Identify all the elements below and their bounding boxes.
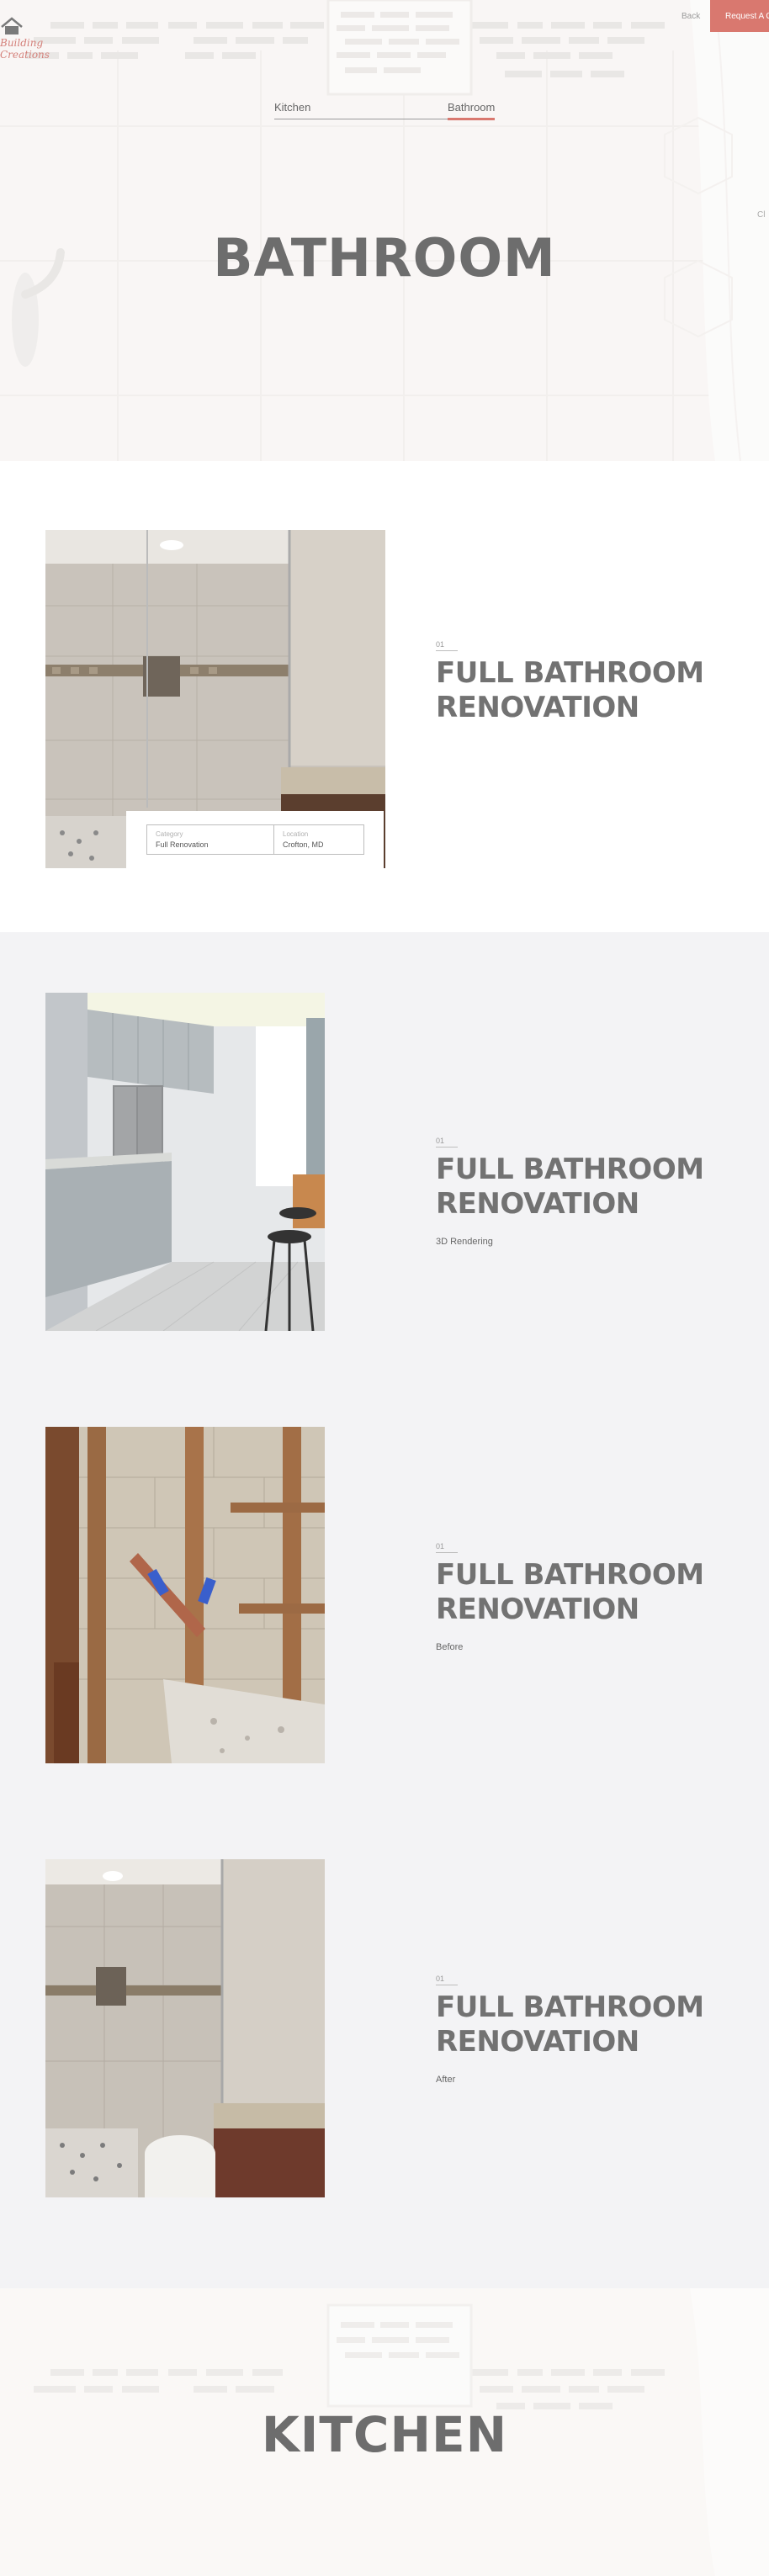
next-category-title: KITCHEN xyxy=(261,2406,508,2463)
logo-line-2: Creations xyxy=(0,49,50,61)
active-tab-indicator xyxy=(448,118,495,120)
next-category-banner[interactable]: KITCHEN xyxy=(0,2288,769,2576)
project-heading-4: 01 FULL BATHROOM RENOVATION After xyxy=(436,1970,739,2085)
project-heading-1: 01 FULL BATHROOM RENOVATION xyxy=(436,636,739,725)
project-title: FULL BATHROOM RENOVATION xyxy=(436,1558,739,1627)
request-quote-button[interactable]: Request A Quote xyxy=(710,0,769,32)
project-title: FULL BATHROOM RENOVATION xyxy=(436,1990,739,2059)
logo-house-icon xyxy=(1,17,23,34)
back-link[interactable]: Back xyxy=(681,12,700,21)
project-title-line-1: FULL BATHROOM xyxy=(436,1153,704,1186)
project-title-line-2: RENOVATION xyxy=(436,691,639,724)
project-heading-3: 01 FULL BATHROOM RENOVATION Before xyxy=(436,1538,739,1652)
project-subtitle: 3D Rendering xyxy=(436,1237,493,1247)
finished-bathroom-photo[interactable] xyxy=(45,1859,325,2197)
project-title-line-2: RENOVATION xyxy=(436,1593,639,1626)
project-subtitle: Before xyxy=(436,1642,464,1652)
kitchen-render-image[interactable] xyxy=(45,993,325,1331)
logo-line-1: Building xyxy=(0,37,44,49)
project-number: 01 xyxy=(436,640,458,651)
category-tabs: Kitchen Bathroom xyxy=(274,101,495,120)
project-number: 01 xyxy=(436,1542,458,1553)
category-label: Category xyxy=(156,830,183,838)
project-title-line-1: FULL BATHROOM xyxy=(436,1990,704,2024)
tab-bathroom[interactable]: Bathroom xyxy=(448,101,495,114)
project-number: 01 xyxy=(436,1137,458,1148)
project-title: FULL BATHROOM RENOVATION xyxy=(436,656,739,725)
project-location-box: Location Crofton, MD xyxy=(273,824,364,855)
location-value: Crofton, MD xyxy=(283,840,324,849)
project-title-line-2: RENOVATION xyxy=(436,1187,639,1221)
category-value: Full Renovation xyxy=(156,840,209,849)
hero-banner: Building Creations Back Request A Quote … xyxy=(0,0,769,461)
side-label: Cl xyxy=(757,210,766,220)
project-title-line-1: FULL BATHROOM xyxy=(436,1558,704,1592)
project-heading-2: 01 FULL BATHROOM RENOVATION 3D Rendering xyxy=(436,1132,739,1247)
project-category-box: Category Full Renovation xyxy=(146,824,274,855)
project-title-line-2: RENOVATION xyxy=(436,2025,639,2059)
demolition-photo[interactable] xyxy=(45,1427,325,1763)
project-title-line-1: FULL BATHROOM xyxy=(436,656,704,690)
project-subtitle: After xyxy=(436,2075,456,2085)
project-number: 01 xyxy=(436,1974,458,1985)
location-label: Location xyxy=(283,830,309,838)
tab-kitchen[interactable]: Kitchen xyxy=(274,101,310,114)
project-title: FULL BATHROOM RENOVATION xyxy=(436,1153,739,1222)
logo-wordmark: Building Creations xyxy=(0,37,50,61)
page-title: BATHROOM xyxy=(213,227,556,289)
project-details-card: Category Full Renovation Location Crofto… xyxy=(126,811,384,878)
